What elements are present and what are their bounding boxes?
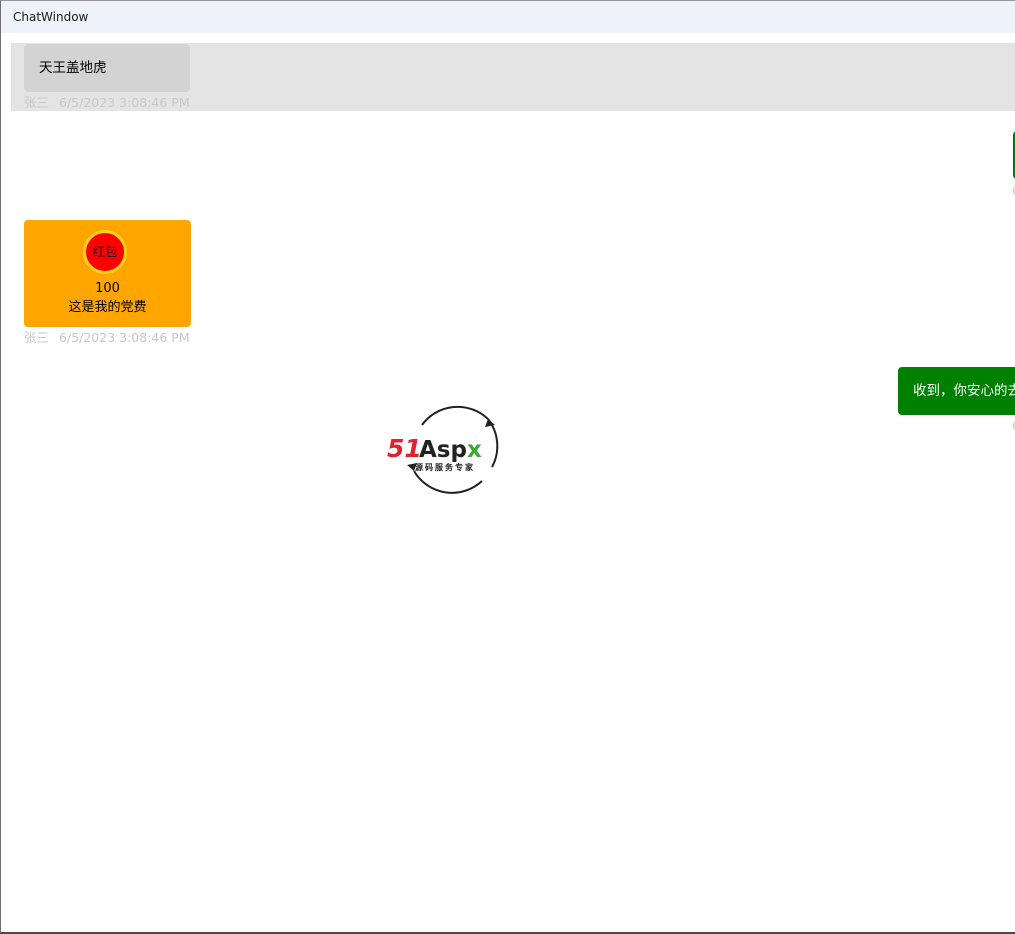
- message-bubble-right[interactable]: 收到，你安心的去: [898, 367, 1015, 415]
- window-title: ChatWindow: [13, 10, 89, 24]
- red-packet-note: 这是我的党费: [68, 300, 147, 315]
- message-meta: 张三 6/5/2023 3:08:46 PM: [24, 330, 190, 346]
- red-packet-amount: 100: [95, 281, 120, 296]
- message-sender: 张三: [24, 330, 50, 345]
- chat-window: ChatWindow 天王盖地虎 张三 6/5/2023 3:08:46 PM 6…: [0, 0, 1015, 934]
- message-timestamp: 6/5/2023 3:08:46 PM: [59, 330, 190, 345]
- title-bar[interactable]: ChatWindow: [1, 1, 1015, 33]
- message-text: 天王盖地虎: [39, 60, 107, 76]
- message-text: 收到，你安心的去: [913, 383, 1015, 399]
- message-list[interactable]: 天王盖地虎 张三6/5/2023 3:08:46 PM 6 红包 100 这是我…: [1, 33, 1015, 932]
- watermark-logo: 51 Aspx 源码服务专家: [384, 401, 516, 497]
- message-sender: 张三: [24, 95, 50, 110]
- red-packet-label: 红包: [92, 244, 118, 259]
- logo-number: 51: [387, 434, 422, 463]
- red-packet-message[interactable]: 红包 100 这是我的党费: [24, 220, 191, 327]
- message-meta: 张三 6/5/2023 3:08:46 PM: [24, 95, 190, 111]
- red-packet-icon: 红包: [83, 230, 127, 274]
- logo-tagline: 源码服务专家: [415, 462, 475, 472]
- message-timestamp: 6/5/2023 3:08:46 PM: [59, 95, 190, 110]
- logo-name: Aspx: [419, 437, 482, 463]
- logo-icon: 51 Aspx 源码服务专家: [387, 405, 499, 494]
- message-bubble-left[interactable]: 天王盖地虎: [24, 44, 190, 92]
